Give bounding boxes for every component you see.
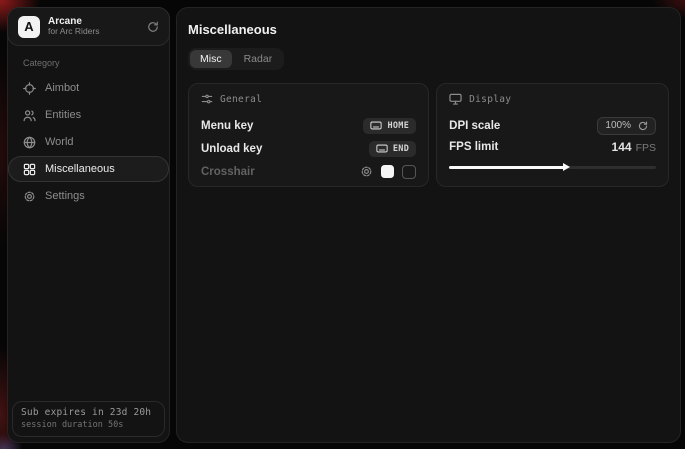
sidebar-item-miscellaneous[interactable]: Miscellaneous [8,156,169,182]
sidebar-item-label: Aimbot [45,82,79,94]
sidebar-item-aimbot[interactable]: Aimbot [8,75,169,101]
dpi-scale-label: DPI scale [449,120,500,132]
app-header-card: A Arcane for Arc Riders [7,7,170,46]
display-card: Display DPI scale 100% FPS limit 144 [436,83,669,187]
sidebar-item-world[interactable]: World [8,129,169,155]
crosshair-color-swatch[interactable] [381,165,394,178]
fps-limit-unit: FPS [636,142,656,154]
general-card: General Menu key HOME Unload key [188,83,429,187]
session-duration: session duration 50s [21,420,156,430]
sidebar-item-label: World [45,136,74,148]
menu-key-row: Menu key HOME [201,114,416,137]
menu-keybind-value: HOME [387,121,409,131]
app-subtitle: for Arc Riders [48,27,139,37]
dpi-reset-icon[interactable] [638,121,648,131]
crosshair-row: Crosshair [201,160,416,183]
tab-radar[interactable]: Radar [234,50,283,68]
tab-misc[interactable]: Misc [190,50,232,68]
sidebar-item-label: Settings [45,190,85,202]
main-panel: Miscellaneous Misc Radar General Menu ke… [176,7,681,443]
fps-limit-row: FPS limit 144 FPS [449,137,656,157]
unload-keybind-value: END [393,144,409,154]
sidebar-nav: Aimbot Entities World [8,74,169,210]
monitor-icon [449,93,462,105]
sidebar: A Arcane for Arc Riders Category Aimbot [7,7,170,443]
crosshair-settings-gear-icon[interactable] [360,165,373,178]
unload-key-label: Unload key [201,143,262,155]
sidebar-item-entities[interactable]: Entities [8,102,169,128]
dpi-scale-control[interactable]: 100% [597,117,656,135]
grid-icon [23,163,36,176]
fps-limit-value: 144 [612,140,632,154]
subscription-card: Sub expires in 23d 20h session duration … [12,401,165,437]
page-title: Miscellaneous [188,22,669,37]
app-logo: A [18,16,40,38]
users-icon [23,109,36,122]
crosshair-checkbox[interactable] [402,165,416,179]
keyboard-icon [376,144,388,153]
sliders-icon [201,93,213,105]
sidebar-item-label: Entities [45,109,81,121]
globe-icon [23,136,36,149]
unload-keybind-button[interactable]: END [369,141,416,157]
category-label: Category [23,58,169,68]
display-card-title: Display [469,94,511,105]
dpi-scale-value: 100% [605,120,631,131]
crosshair-label: Crosshair [201,166,255,178]
crosshair-icon [23,82,36,95]
gear-icon [23,190,36,203]
fps-limit-slider[interactable] [449,163,656,171]
fps-limit-label: FPS limit [449,141,498,153]
sidebar-item-label: Miscellaneous [45,163,115,175]
general-card-title: General [220,94,262,105]
sidebar-item-settings[interactable]: Settings [8,183,169,209]
unload-key-row: Unload key END [201,137,416,160]
refresh-icon[interactable] [147,21,159,33]
menu-keybind-button[interactable]: HOME [363,118,416,134]
slider-thumb[interactable] [563,163,570,171]
subscription-expiry: Sub expires in 23d 20h [21,407,156,418]
keyboard-icon [370,121,382,130]
dpi-scale-row: DPI scale 100% [449,114,656,137]
slider-fill [449,166,565,169]
menu-key-label: Menu key [201,120,253,132]
tab-group: Misc Radar [188,48,284,70]
